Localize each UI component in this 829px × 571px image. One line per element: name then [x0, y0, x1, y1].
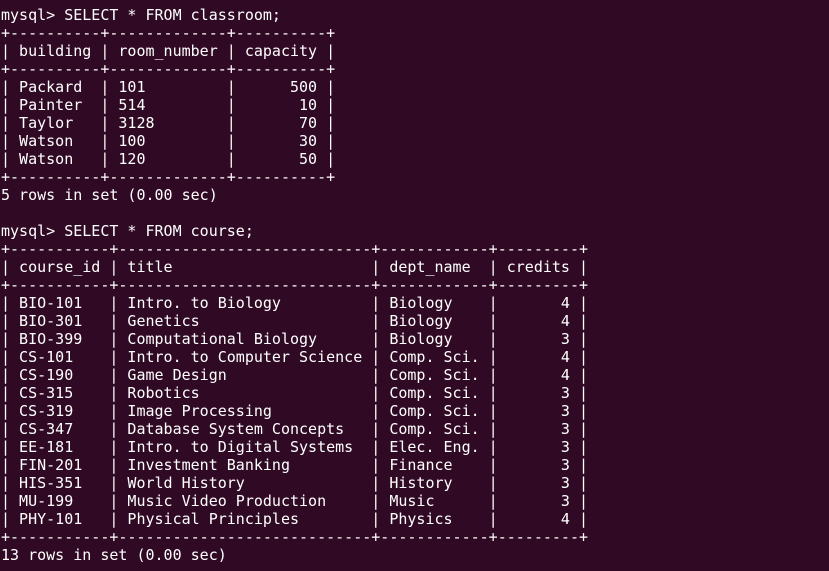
- course-table-row: | BIO-101 | Intro. to Biology | Biology …: [1, 294, 588, 312]
- classroom-table-row: | Watson | 120 | 50 |: [1, 150, 336, 168]
- prompt-line-course-query: mysql> SELECT * FROM course;: [1, 222, 254, 240]
- prompt-line-classroom-query: mysql> SELECT * FROM classroom;: [1, 6, 281, 24]
- classroom-result-summary: 5 rows in set (0.00 sec): [1, 186, 218, 204]
- classroom-table-header-row: | building | room_number | capacity |: [1, 42, 336, 60]
- course-table-row: | HIS-351 | World History | History | 3 …: [1, 474, 588, 492]
- course-table-row: | CS-347 | Database System Concepts | Co…: [1, 420, 588, 438]
- classroom-table-row: | Watson | 100 | 30 |: [1, 132, 336, 150]
- classroom-table-row: | Packard | 101 | 500 |: [1, 78, 336, 96]
- course-table-row: | BIO-399 | Computational Biology | Biol…: [1, 330, 588, 348]
- course-table-row: | MU-199 | Music Video Production | Musi…: [1, 492, 588, 510]
- course-table-row: | EE-181 | Intro. to Digital Systems | E…: [1, 438, 588, 456]
- terminal-output: mysql> SELECT * FROM classroom; +--------…: [1, 6, 829, 564]
- classroom-table-row: | Painter | 514 | 10 |: [1, 96, 336, 114]
- course-table-row: | CS-319 | Image Processing | Comp. Sci.…: [1, 402, 588, 420]
- classroom-table-header-border: +----------+-------------+----------+: [1, 60, 336, 78]
- classroom-table-bottom-border: +----------+-------------+----------+: [1, 168, 336, 186]
- course-result-summary: 13 rows in set (0.00 sec): [1, 546, 227, 564]
- course-table-row: | FIN-201 | Investment Banking | Finance…: [1, 456, 588, 474]
- course-table-row: | CS-190 | Game Design | Comp. Sci. | 4 …: [1, 366, 588, 384]
- course-table-row: | BIO-301 | Genetics | Biology | 4 |: [1, 312, 588, 330]
- course-table-row: | PHY-101 | Physical Principles | Physic…: [1, 510, 588, 528]
- course-table-bottom-border: +-----------+---------------------------…: [1, 528, 588, 546]
- course-table-header-border: +-----------+---------------------------…: [1, 276, 588, 294]
- terminal-window[interactable]: mysql> SELECT * FROM classroom; +--------…: [0, 0, 829, 571]
- course-table-row: | CS-101 | Intro. to Computer Science | …: [1, 348, 588, 366]
- classroom-table-row: | Taylor | 3128 | 70 |: [1, 114, 336, 132]
- course-table-row: | CS-315 | Robotics | Comp. Sci. | 3 |: [1, 384, 588, 402]
- course-table-header-row: | course_id | title | dept_name | credit…: [1, 258, 588, 276]
- classroom-table-top-border: +----------+-------------+----------+: [1, 24, 336, 42]
- course-table-top-border: +-----------+---------------------------…: [1, 240, 588, 258]
